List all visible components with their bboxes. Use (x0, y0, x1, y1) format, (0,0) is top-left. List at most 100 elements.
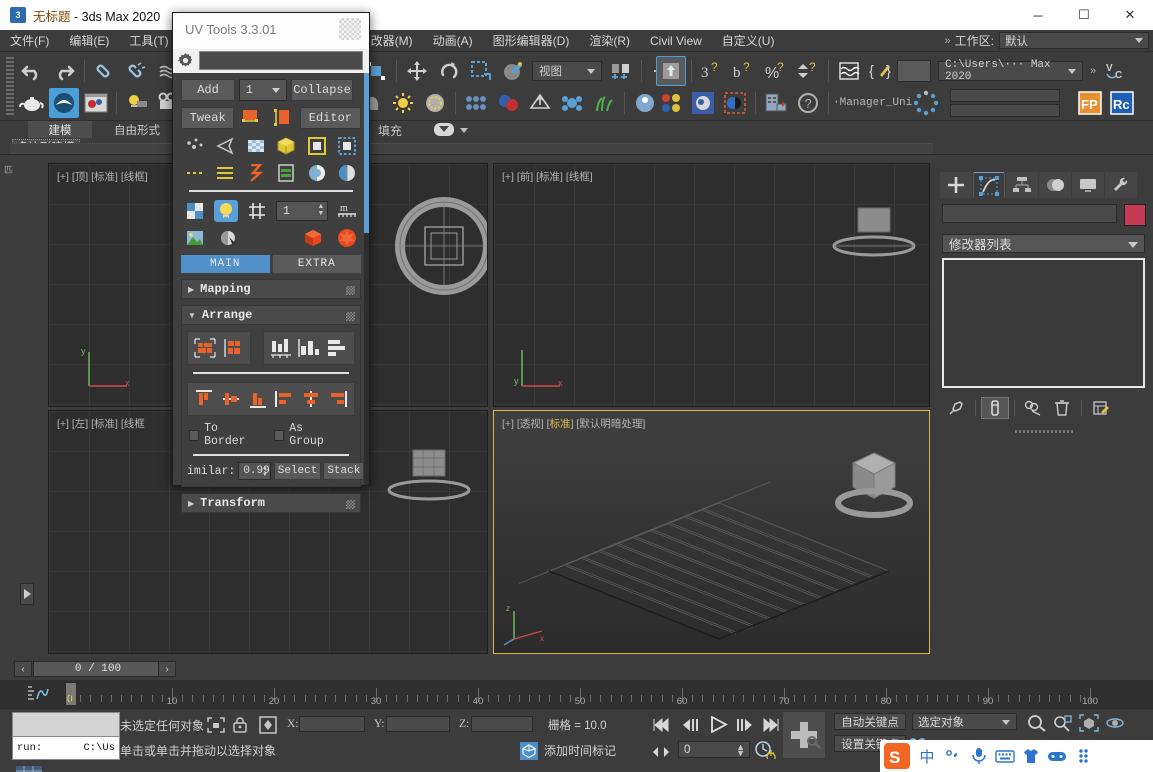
checker-sphere-icon[interactable] (305, 162, 329, 184)
object-color-swatch[interactable] (1124, 204, 1146, 226)
listener-output[interactable] (13, 713, 119, 737)
lightbulb-icon[interactable] (214, 200, 238, 222)
selection-lock-frame-icon[interactable] (207, 717, 225, 733)
uv-tools-panel[interactable]: UV Tools 3.3.01 Add 1 Collapse Tweak Edi… (172, 12, 370, 513)
add-button[interactable]: Add (181, 79, 235, 101)
menu-animation[interactable]: 动画(A) (423, 29, 483, 52)
align-bottom-icon[interactable] (244, 386, 271, 412)
orange-plane-icon[interactable] (240, 107, 264, 129)
forest-pack-icon[interactable]: FP (1075, 88, 1105, 118)
modifier-stack-list[interactable] (942, 258, 1145, 388)
ime-more-icon[interactable] (1070, 740, 1096, 772)
uv-tools-scroll-thumb[interactable] (364, 73, 369, 233)
align-right-icon[interactable] (324, 386, 351, 412)
render-to-texture-icon[interactable] (761, 88, 791, 118)
time-configuration-icon[interactable] (755, 739, 777, 759)
yellow-cube-icon[interactable] (274, 135, 298, 157)
next-frame-button[interactable]: › (158, 661, 176, 677)
curve-editor-icon[interactable]: {} (866, 56, 896, 86)
collapse-button[interactable]: Collapse (291, 79, 353, 101)
railclone-icon[interactable]: Rc (1107, 88, 1137, 118)
go-to-end-button[interactable] (760, 715, 782, 735)
triangle-pointer-icon[interactable] (213, 135, 237, 157)
workspace-combo[interactable]: 默认 (999, 32, 1149, 49)
menu-edit[interactable]: 编辑(E) (59, 29, 119, 52)
spinner-snap-icon[interactable]: %? (761, 56, 791, 86)
z-field[interactable] (471, 716, 533, 732)
ruler-icon[interactable]: m (335, 200, 359, 222)
menu-customize[interactable]: 自定义(U) (712, 29, 785, 52)
curve-editor-toggle-icon[interactable] (26, 683, 50, 705)
fill-dropdown-button[interactable] (434, 123, 454, 136)
tweak-button[interactable]: Tweak (181, 107, 235, 129)
use-pivot-center-icon[interactable] (606, 56, 636, 86)
vray-icon[interactable]: VC (1101, 56, 1131, 86)
panel-resize-grip[interactable] (1015, 430, 1075, 433)
uv-tools-scrollbar[interactable] (364, 73, 369, 485)
y-field[interactable] (386, 716, 450, 732)
align-center-v-icon[interactable] (218, 386, 245, 412)
modify-tab[interactable] (973, 172, 1005, 198)
key-filter-combo[interactable]: 选定对象 (912, 713, 1017, 730)
mirror-icon[interactable] (834, 56, 864, 86)
red-sphere-icon[interactable] (335, 227, 359, 249)
distribute-stack-icon[interactable] (323, 335, 351, 361)
motion-tab[interactable] (1039, 172, 1071, 198)
pack-square-icon[interactable] (219, 335, 247, 361)
dashed-square-icon[interactable] (335, 135, 359, 157)
dashes-icon[interactable] (183, 162, 207, 184)
sogou-logo-icon[interactable]: S (880, 740, 914, 772)
viewport-top-label[interactable]: [+] [顶] [标准] [线框] (57, 169, 148, 184)
add-time-tag-icon[interactable] (520, 742, 538, 760)
checker-plane-icon[interactable] (244, 135, 268, 157)
menu-overflow-icon[interactable]: » (941, 35, 955, 47)
current-frame-field[interactable]: 0 / 100 (33, 661, 163, 677)
absolute-relative-toggle-icon[interactable] (259, 716, 277, 734)
minimize-button[interactable]: ─ (1015, 0, 1061, 30)
tab-extra[interactable]: EXTRA (272, 255, 361, 273)
maxscript-listener[interactable]: run: C:\Us (12, 712, 120, 760)
rollout-arrange-header[interactable]: ▼ Arrange (181, 305, 361, 325)
play-button[interactable] (708, 714, 730, 734)
pick-icon[interactable] (217, 227, 241, 249)
prev-frame-button[interactable]: ‹ (14, 661, 32, 677)
rendered-frame-window-icon[interactable] (81, 88, 111, 118)
distribute-vertical-icon[interactable] (295, 335, 323, 361)
half-sphere-icon[interactable] (335, 162, 359, 184)
object-name-field[interactable] (942, 204, 1117, 223)
slate-material-editor-icon[interactable] (688, 88, 718, 118)
channel-spinner[interactable]: 1 (239, 79, 287, 101)
ribbon-tab-freeform[interactable]: 自由形式 (96, 121, 178, 138)
menu-rendering[interactable]: 渲染(R) (579, 29, 640, 52)
show-end-result-icon[interactable] (981, 397, 1009, 419)
sparse-points-icon[interactable] (183, 135, 207, 157)
menu-graph-editors[interactable]: 图形编辑器(D) (483, 29, 580, 52)
tab-main[interactable]: MAIN (181, 255, 270, 273)
grid-density-spinner[interactable]: 1 ▲ ▼ (276, 201, 328, 221)
game-controller-icon[interactable] (1044, 740, 1070, 772)
particle-icon[interactable] (557, 88, 587, 118)
pin-stack-icon[interactable] (942, 397, 970, 419)
menu-civil-view[interactable]: Civil View (640, 31, 712, 51)
pack-grid-icon[interactable] (191, 335, 219, 361)
redo-button[interactable] (49, 56, 79, 86)
square-select-icon[interactable] (305, 135, 329, 157)
zigzag-icon[interactable] (244, 162, 268, 184)
gear-icon[interactable] (176, 51, 195, 70)
render-setup-icon[interactable] (49, 88, 79, 118)
percent-snap-icon[interactable]: b? (729, 56, 759, 86)
angle-snap-icon[interactable]: 3? (697, 56, 727, 86)
light-icon[interactable] (122, 88, 152, 118)
remove-modifier-icon[interactable] (1048, 397, 1076, 419)
menu-tools[interactable]: 工具(T) (119, 29, 178, 52)
ribbon-tab-modeling[interactable]: 建模 (28, 121, 92, 138)
material-spheres-icon[interactable] (493, 88, 523, 118)
unlink-selection-icon[interactable] (122, 56, 152, 86)
select-and-place-icon[interactable] (498, 56, 528, 86)
ime-lang-button[interactable]: 中 (914, 740, 940, 772)
x-field[interactable] (299, 716, 365, 732)
zoom-icon[interactable] (1026, 713, 1048, 733)
u[interactable]: UV Tools 3.3.01 (173, 13, 369, 49)
color-spheres-icon[interactable] (656, 88, 686, 118)
viewport-front-label[interactable]: [+] [前] [标准] [线框] (502, 169, 593, 184)
